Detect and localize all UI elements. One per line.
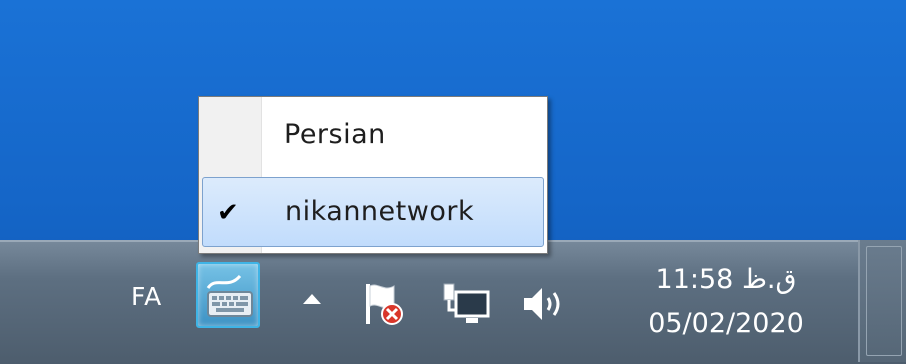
menu-item-nikannetwork[interactable]: ✔ nikannetwork	[202, 177, 544, 247]
action-center-flag-icon[interactable]	[360, 278, 404, 328]
volume-icon[interactable]	[520, 284, 568, 324]
keyboard-layout-button[interactable]	[196, 262, 260, 328]
clock-time: 11:58 ق.ظ	[655, 264, 797, 295]
keyboard-icon	[206, 274, 253, 317]
network-icon[interactable]	[440, 280, 494, 328]
show-desktop-border	[866, 246, 902, 356]
system-clock[interactable]: 11:58 ق.ظ 05/02/2020	[610, 258, 842, 346]
menu-item-label: Persian	[284, 119, 386, 150]
show-hidden-icons-arrow[interactable]	[301, 292, 323, 306]
checkmark-icon: ✔	[217, 198, 239, 228]
language-menu: Persian ✔ nikannetwork	[198, 96, 548, 254]
clock-date: 05/02/2020	[648, 308, 804, 339]
menu-item-persian[interactable]: Persian	[202, 101, 544, 171]
menu-item-label: nikannetwork	[285, 196, 475, 227]
language-indicator[interactable]: FA	[131, 282, 162, 311]
show-desktop-button[interactable]	[858, 240, 906, 362]
